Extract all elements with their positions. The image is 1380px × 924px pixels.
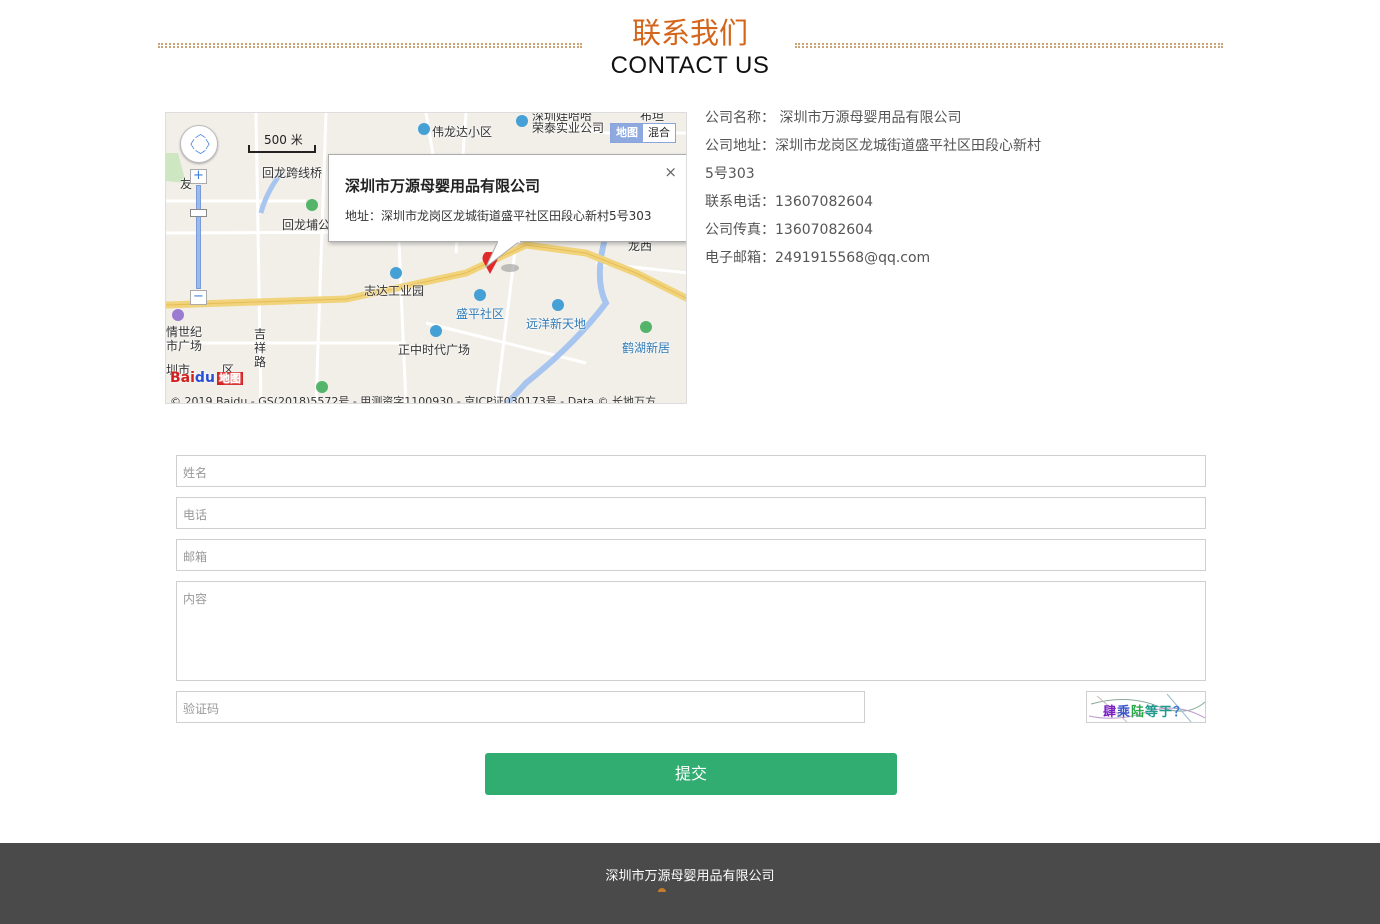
poi-icon	[640, 321, 652, 333]
baidu-map-logo: Baidu 地图	[170, 370, 243, 386]
submit-button[interactable]: 提交	[485, 753, 897, 795]
company-fax-row: 公司传真：13607082604	[705, 222, 873, 238]
poi-icon	[430, 325, 442, 337]
map-type-switch: 地图 混合	[610, 123, 676, 143]
poi-icon	[474, 289, 486, 301]
company-phone-row: 联系电话：13607082604	[705, 194, 873, 210]
poi-icon	[418, 123, 430, 135]
map-label: 市广场	[166, 339, 203, 353]
poi-icon	[172, 309, 184, 321]
company-address-row-2: 5号303	[705, 166, 755, 182]
map-label: 盛平社区	[456, 307, 505, 321]
zoom-slider-thumb[interactable]	[190, 209, 207, 217]
poi-icon	[516, 115, 528, 127]
info-window-address: 地址：深圳市龙岗区龙城街道盛平社区田段心新村5号303	[345, 209, 652, 223]
zoom-in-button[interactable]: +	[190, 169, 207, 184]
map-label: 正中时代广场	[398, 343, 471, 357]
map-label: 回龙埔公	[282, 218, 331, 232]
company-address-row: 公司地址：深圳市龙岗区龙城街道盛平社区田段心新村	[705, 138, 1041, 154]
name-input[interactable]: 姓名	[176, 455, 1206, 487]
poi-icon	[390, 267, 402, 279]
footer-company-name: 深圳市万源母婴用品有限公司	[605, 869, 775, 884]
map-label: 远洋新天地	[526, 317, 587, 331]
map-type-map-button[interactable]: 地图	[611, 124, 643, 142]
map-label: 荣泰实业公司	[532, 121, 605, 135]
page-title-en: CONTACT US	[610, 52, 770, 79]
captcha-input[interactable]: 验证码	[176, 691, 865, 723]
company-email-row: 电子邮箱：2491915568@qq.com	[705, 250, 931, 266]
map-label: 鹤湖新居	[622, 341, 671, 355]
phone-input[interactable]: 电话	[176, 497, 1206, 529]
pan-left-icon[interactable]: 〈	[184, 139, 195, 150]
pan-right-icon[interactable]: 〉	[205, 139, 216, 150]
map-pan-control[interactable]: ︿ ﹀ 〈 〉	[180, 125, 218, 163]
info-window-tail	[486, 241, 521, 268]
map-info-window: 深圳市万源母婴用品有限公司 地址：深圳市龙岗区龙城街道盛平社区田段心新村5号30…	[328, 154, 686, 242]
back-to-top-icon[interactable]	[658, 888, 666, 892]
map-label: 路	[254, 355, 267, 369]
poi-icon	[316, 381, 328, 393]
info-window-title: 深圳市万源母婴用品有限公司	[345, 177, 541, 195]
page-title-cn: 联系我们	[631, 16, 748, 50]
poi-icon	[306, 199, 318, 211]
baidu-map[interactable]: 深圳娃哈哈 伟龙达小区 荣泰实业公司 回龙跨线桥 友 回龙埔公 龙西 志达工业园…	[165, 112, 687, 404]
map-label: 回龙跨线桥	[262, 166, 323, 180]
pan-down-icon[interactable]: ﹀	[195, 150, 206, 161]
captcha-image[interactable]: 肆乘陆等于？	[1086, 691, 1206, 723]
poi-icon	[552, 299, 564, 311]
map-type-hybrid-button[interactable]: 混合	[643, 124, 675, 142]
map-copyright: © 2019 Baidu - GS(2018)5572号 - 甲测资字11009…	[170, 395, 657, 404]
company-info: 公司名称： 深圳市万源母婴用品有限公司 公司地址：深圳市龙岗区龙城街道盛平社区田…	[705, 104, 1065, 272]
content-textarea[interactable]: 内容	[176, 581, 1206, 681]
company-name-row: 公司名称： 深圳市万源母婴用品有限公司	[705, 110, 962, 126]
map-scale-bar	[248, 145, 316, 153]
map-label: 伟龙达小区	[432, 125, 493, 139]
footer: 深圳市万源母婴用品有限公司	[0, 843, 1380, 924]
map-label: 志达工业园	[364, 284, 425, 298]
zoom-out-button[interactable]: −	[190, 290, 207, 305]
close-icon[interactable]: ×	[664, 163, 677, 181]
email-input[interactable]: 邮箱	[176, 539, 1206, 571]
zoom-slider-track[interactable]	[196, 185, 201, 289]
